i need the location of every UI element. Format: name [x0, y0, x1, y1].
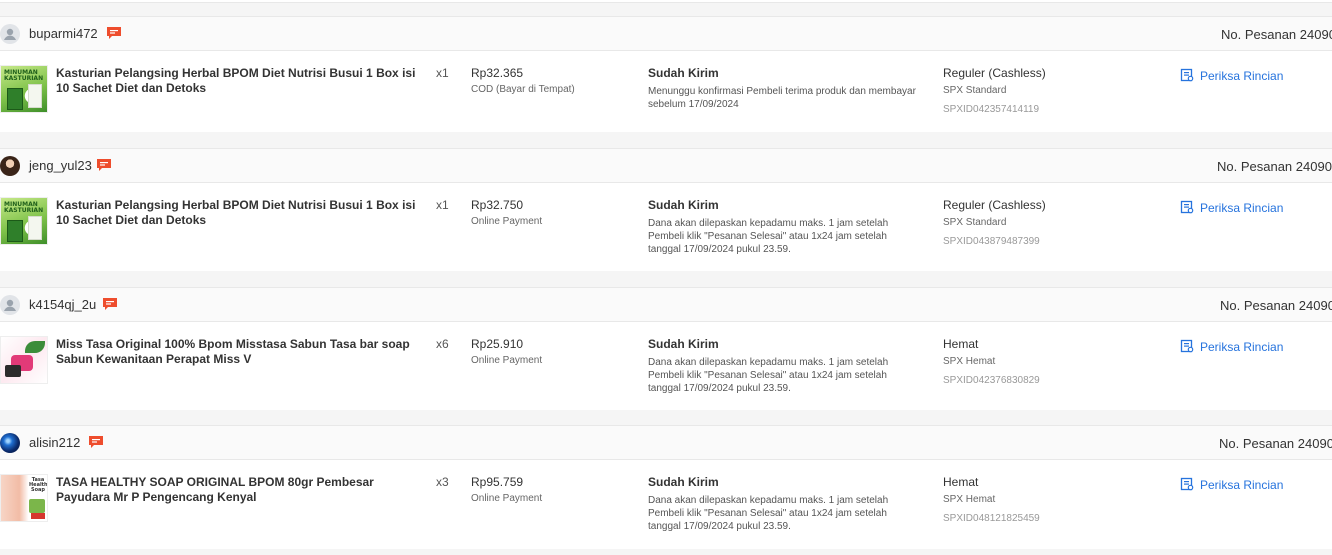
order-body: MINUMAN KASTURIAN Kasturian Pelangsing H… [0, 51, 1332, 132]
payment-method: Online Payment [471, 493, 543, 504]
check-details-link[interactable]: Periksa Rincian [1180, 200, 1283, 217]
product-quantity: x1 [436, 198, 449, 212]
status-note: Menunggu konfirmasi Pembeli terima produ… [648, 86, 916, 110]
check-details-link[interactable]: Periksa Rincian [1180, 339, 1283, 356]
payment-method: Online Payment [471, 355, 543, 366]
order-status: Sudah Kirim [648, 66, 719, 80]
product-quantity: x1 [436, 66, 449, 80]
product-thumbnail[interactable]: Tasa Healthy Soap [0, 474, 48, 522]
check-details-label: Periksa Rincian [1200, 69, 1284, 83]
order-body: Tasa Healthy Soap TASA HEALTHY SOAP ORIG… [0, 460, 1332, 549]
check-details-link[interactable]: Periksa Rincian [1180, 68, 1283, 85]
chat-icon[interactable] [96, 158, 112, 172]
default-avatar-icon[interactable] [0, 295, 20, 315]
shipping-carrier: SPX Standard [943, 85, 1007, 96]
order-price: Rp25.910 [471, 337, 524, 351]
shipping-carrier: SPX Standard [943, 217, 1007, 228]
buyer-username[interactable]: k4154qj_2u [29, 297, 96, 312]
tracking-number: SPXID048121825459 [943, 513, 1040, 524]
check-details-link[interactable]: Periksa Rincian [1180, 477, 1283, 494]
order-price: Rp32.750 [471, 198, 524, 212]
buyer-username[interactable]: alisin212 [29, 435, 80, 450]
order-status: Sudah Kirim [648, 198, 719, 212]
product-name[interactable]: TASA HEALTHY SOAP ORIGINAL BPOM 80gr Pem… [56, 475, 431, 505]
product-name[interactable]: Kasturian Pelangsing Herbal BPOM Diet Nu… [56, 198, 431, 228]
status-note: Dana akan dilepaskan kepadamu maks. 1 ja… [648, 357, 889, 394]
check-details-label: Periksa Rincian [1200, 478, 1284, 492]
buyer-username[interactable]: buparmi472 [29, 26, 98, 41]
tracking-number: SPXID042357414119 [943, 104, 1040, 115]
product-thumbnail[interactable]: MINUMAN KASTURIAN [0, 65, 48, 113]
product-thumbnail[interactable] [0, 336, 48, 384]
order-card: k4154qj_2u No. Pesanan 240908 Miss Tasa … [0, 287, 1332, 410]
top-divider [0, 0, 1332, 3]
order-card: alisin212 No. Pesanan 240908 Tasa Health… [0, 425, 1332, 549]
tracking-number: SPXID043879487399 [943, 236, 1040, 247]
status-note: Dana akan dilepaskan kepadamu maks. 1 ja… [648, 495, 889, 532]
order-status: Sudah Kirim [648, 337, 719, 351]
order-body: MINUMAN KASTURIAN Kasturian Pelangsing H… [0, 183, 1332, 271]
product-thumbnail[interactable]: MINUMAN KASTURIAN [0, 197, 48, 245]
chat-icon[interactable] [106, 26, 122, 40]
payment-method: COD (Bayar di Tempat) [471, 84, 575, 95]
order-header: alisin212 No. Pesanan 240908 [0, 425, 1332, 460]
order-number: No. Pesanan 240908 [1220, 298, 1332, 313]
shipping-type: Reguler (Cashless) [943, 198, 1046, 212]
chat-icon[interactable] [102, 297, 118, 311]
document-icon [1180, 200, 1194, 217]
order-number: No. Pesanan 240908 [1219, 436, 1332, 451]
buyer-avatar[interactable] [0, 433, 20, 453]
document-icon [1180, 68, 1194, 85]
check-details-label: Periksa Rincian [1200, 201, 1284, 215]
tracking-number: SPXID042376830829 [943, 375, 1040, 386]
product-quantity: x3 [436, 475, 449, 489]
chat-icon[interactable] [88, 435, 104, 449]
shipping-carrier: SPX Hemat [943, 494, 996, 505]
shipping-type: Hemat [943, 337, 979, 351]
buyer-avatar[interactable] [0, 156, 20, 176]
order-card: jeng_yul23 No. Pesanan 240908 MINUMAN KA… [0, 148, 1332, 271]
thumbnail-brand-text: MINUMAN KASTURIAN [4, 69, 44, 82]
order-header: buparmi472 No. Pesanan 24090 [0, 16, 1332, 51]
product-name[interactable]: Kasturian Pelangsing Herbal BPOM Diet Nu… [56, 66, 431, 96]
default-avatar-icon[interactable] [0, 24, 20, 44]
order-number: No. Pesanan 24090 [1221, 27, 1332, 42]
status-note: Dana akan dilepaskan kepadamu maks. 1 ja… [648, 218, 889, 255]
order-header: jeng_yul23 No. Pesanan 240908 [0, 148, 1332, 183]
order-card: buparmi472 No. Pesanan 24090 MINUMAN KAS… [0, 16, 1332, 132]
shipping-type: Reguler (Cashless) [943, 66, 1046, 80]
thumbnail-brand-text: MINUMAN KASTURIAN [4, 201, 44, 214]
order-number: No. Pesanan 240908 [1217, 159, 1332, 174]
order-body: Miss Tasa Original 100% Bpom Misstasa Sa… [0, 322, 1332, 410]
product-quantity: x6 [436, 337, 449, 351]
product-name[interactable]: Miss Tasa Original 100% Bpom Misstasa Sa… [56, 337, 431, 367]
order-status: Sudah Kirim [648, 475, 719, 489]
document-icon [1180, 339, 1194, 356]
buyer-username[interactable]: jeng_yul23 [29, 158, 92, 173]
thumbnail-brand-text: Tasa Healthy Soap [29, 477, 48, 493]
payment-method: Online Payment [471, 216, 543, 227]
order-list-page: buparmi472 No. Pesanan 24090 MINUMAN KAS… [0, 0, 1332, 555]
shipping-carrier: SPX Hemat [943, 356, 996, 367]
shipping-type: Hemat [943, 475, 979, 489]
check-details-label: Periksa Rincian [1200, 340, 1284, 354]
order-price: Rp32.365 [471, 66, 524, 80]
order-price: Rp95.759 [471, 475, 524, 489]
document-icon [1180, 477, 1194, 494]
order-header: k4154qj_2u No. Pesanan 240908 [0, 287, 1332, 322]
